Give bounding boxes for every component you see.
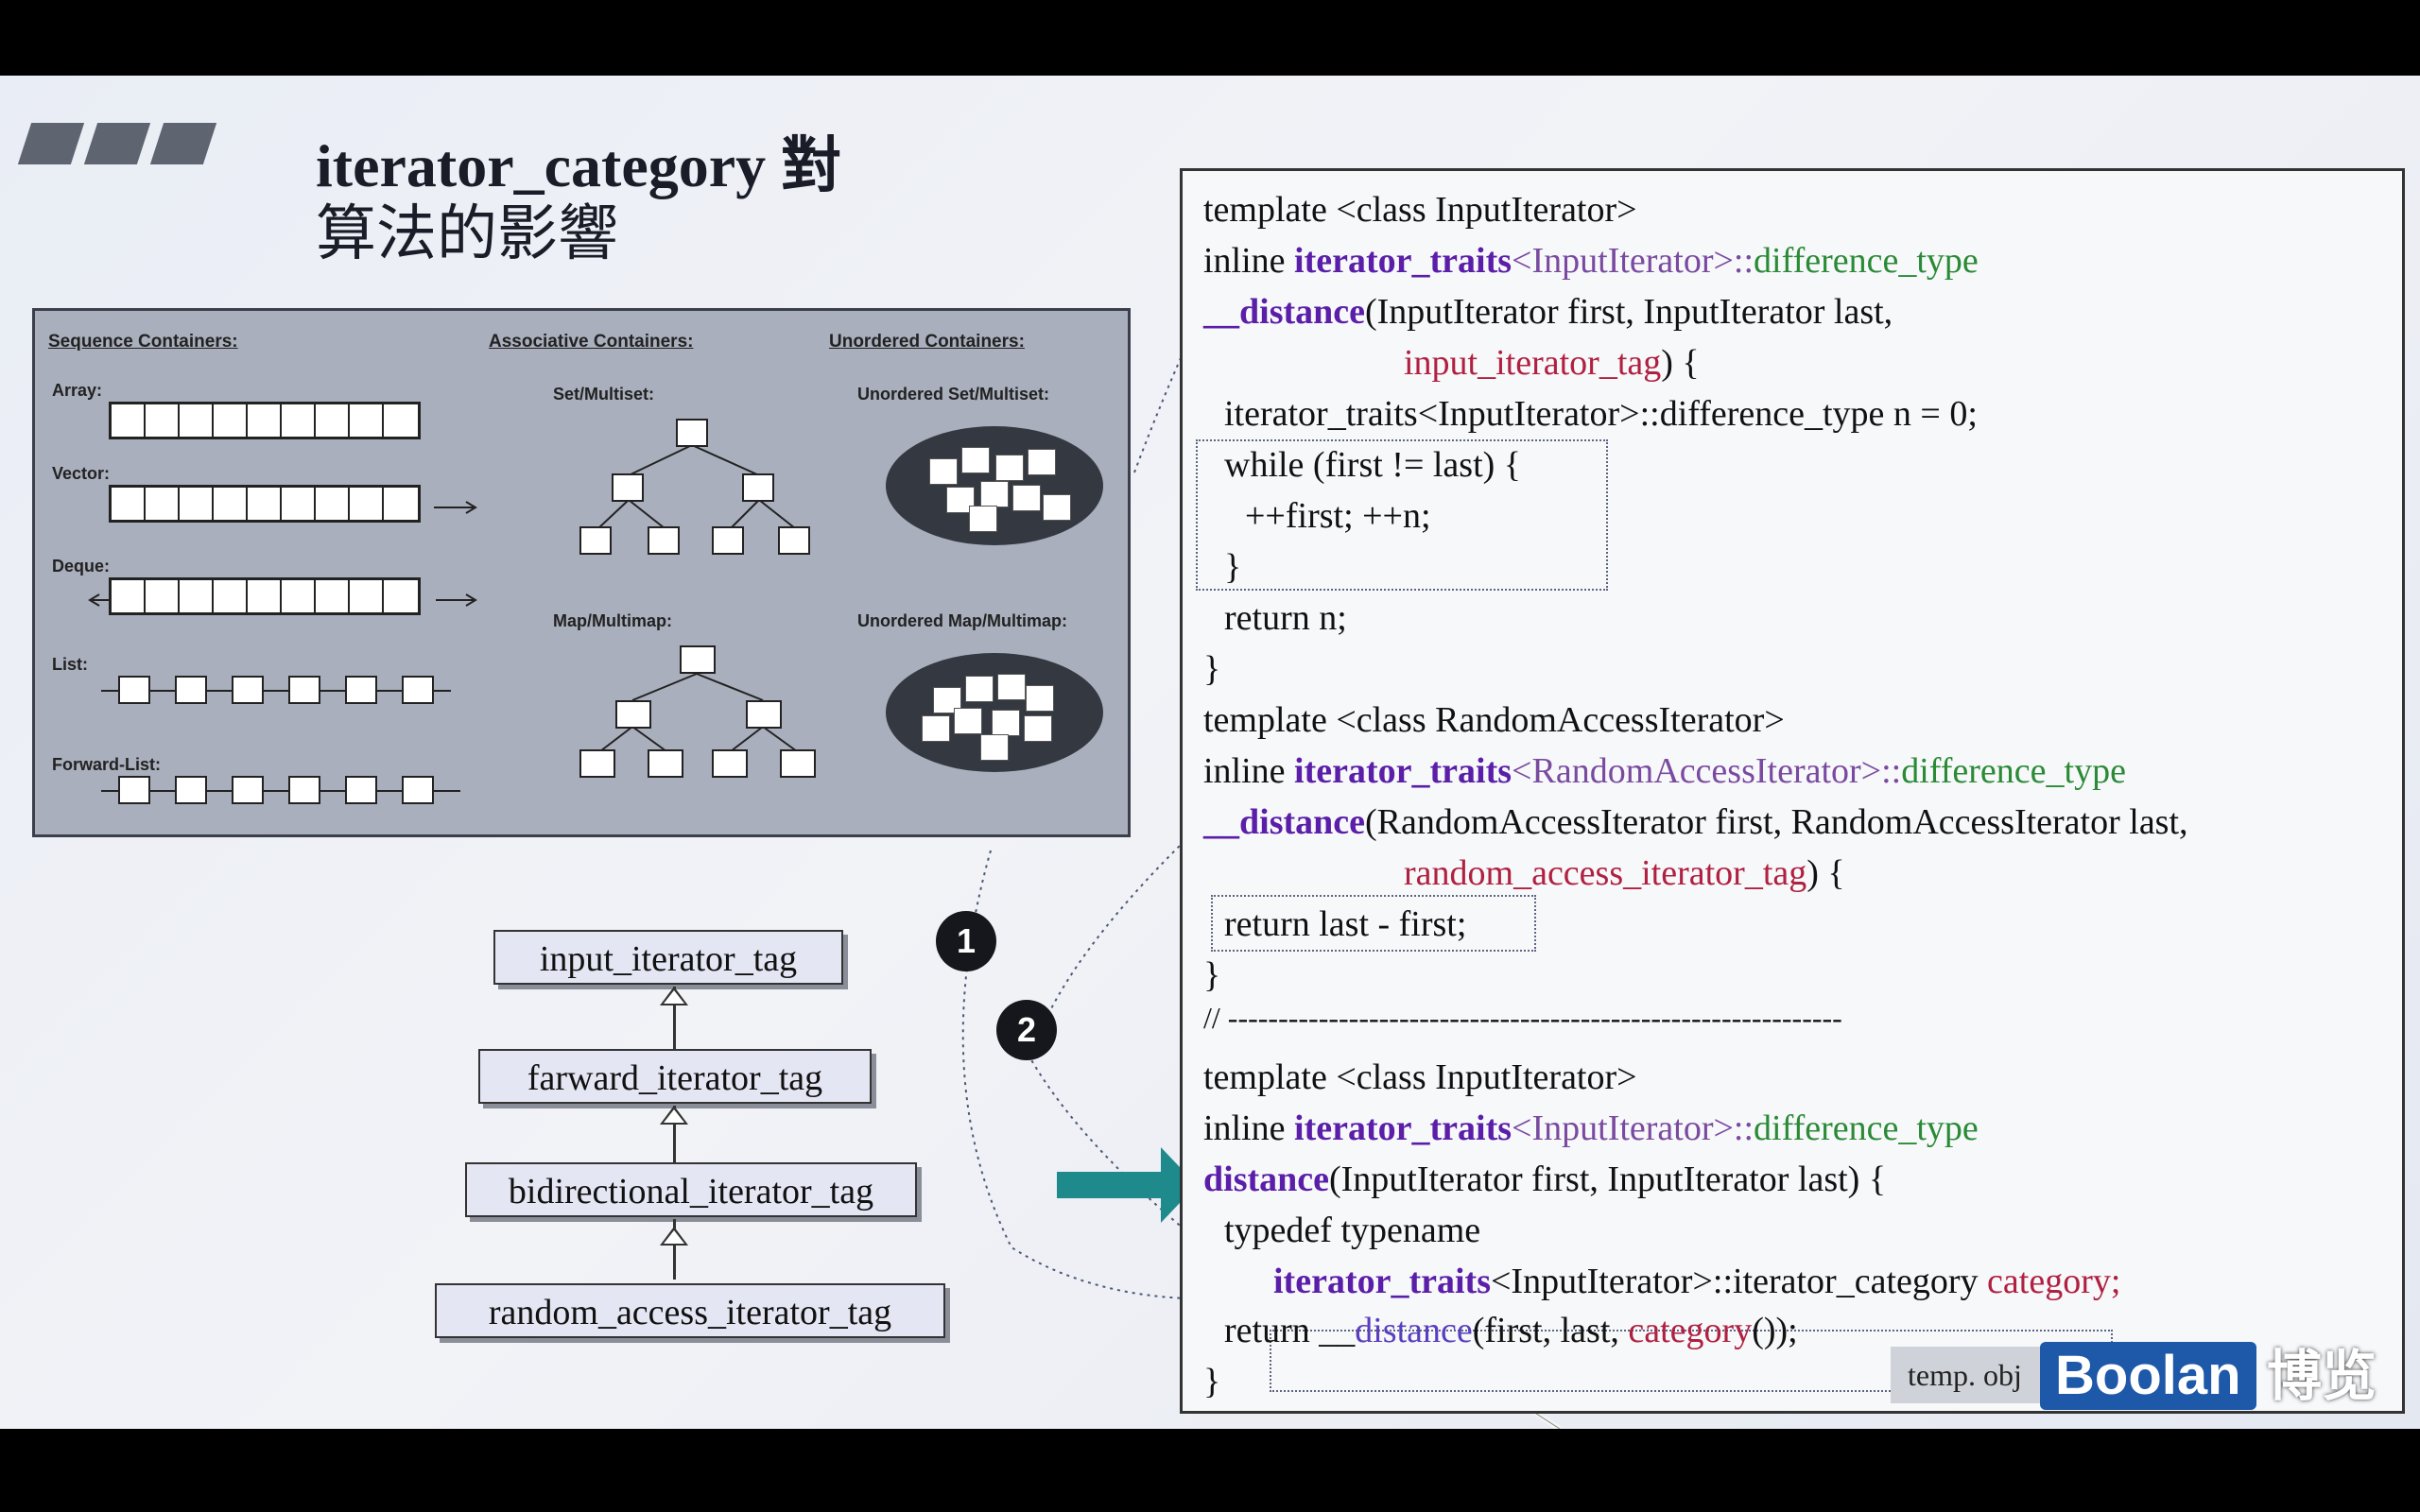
code-line: template <class InputIterator>: [1203, 1057, 1637, 1097]
code-line: input_iterator_tag) {: [1404, 343, 1700, 383]
code-line: inline iterator_traits<RandomAccessItera…: [1203, 751, 2126, 791]
code-line: // -------------------------------------…: [1203, 1001, 1842, 1035]
code-panel: template <class InputIterator> inline it…: [1180, 168, 2405, 1414]
code-line: distance(InputIterator first, InputItera…: [1203, 1160, 1887, 1199]
code-line: random_access_iterator_tag) {: [1404, 853, 1845, 893]
code-line: ++first; ++n;: [1245, 496, 1431, 536]
code-line: }: [1203, 955, 1221, 995]
code-line: iterator_traits<InputIterator>::differen…: [1224, 394, 1978, 434]
code-line: template <class RandomAccessIterator>: [1203, 700, 1785, 740]
code-line: __distance(RandomAccessIterator first, R…: [1203, 802, 2188, 842]
boolan-logo-cn: 博览: [2267, 1344, 2377, 1408]
boolan-logo: Boolan: [2040, 1342, 2256, 1410]
code-line: return last - first;: [1224, 904, 1467, 944]
code-line: }: [1224, 547, 1242, 587]
code-line: }: [1203, 1362, 1221, 1401]
code-line: __distance(InputIterator first, InputIte…: [1203, 292, 1893, 332]
code-line: inline iterator_traits<InputIterator>::d…: [1203, 241, 1979, 281]
code-line: template <class InputIterator>: [1203, 190, 1637, 230]
slide: iterator_category 對 算法的影響 Sequence Conta…: [0, 76, 2420, 1429]
code-line: typedef typename: [1224, 1211, 1481, 1250]
code-line: return __distance(first, last, category(…: [1224, 1311, 1798, 1350]
teal-arrow-icon: [1057, 1147, 1197, 1223]
step-marker-2: 2: [996, 1000, 1057, 1060]
code-line: return n;: [1224, 598, 1347, 638]
code-line: }: [1203, 649, 1221, 689]
step-marker-1: 1: [936, 911, 996, 971]
code-line: iterator_traits<InputIterator>::iterator…: [1273, 1262, 2121, 1301]
code-line: while (first != last) {: [1224, 445, 1522, 485]
code-line: inline iterator_traits<InputIterator>::d…: [1203, 1108, 1979, 1148]
